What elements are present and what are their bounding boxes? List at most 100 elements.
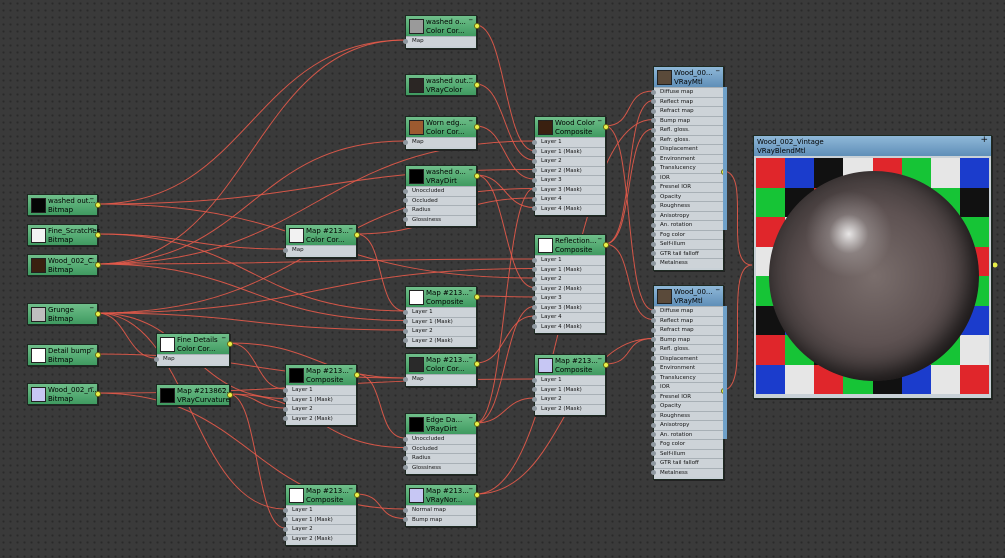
input-socket[interactable]: [403, 455, 408, 461]
input-slot[interactable]: Translucency: [651, 372, 723, 383]
input-socket[interactable]: [403, 319, 408, 324]
input-slot[interactable]: Bump map: [651, 334, 723, 345]
input-slot[interactable]: Layer 1 (Mask): [283, 514, 356, 525]
input-slot[interactable]: Refract map: [651, 325, 723, 335]
input-socket[interactable]: [532, 267, 537, 272]
input-slot[interactable]: Layer 2: [403, 326, 476, 336]
input-socket[interactable]: [651, 127, 656, 133]
input-socket[interactable]: [403, 507, 408, 513]
output-socket[interactable]: [474, 82, 480, 88]
input-slot[interactable]: Refl. gloss.: [651, 344, 723, 354]
node-detail-bump[interactable]: Detail bump Bitmap –: [27, 344, 101, 366]
output-socket[interactable]: [474, 361, 480, 367]
input-socket[interactable]: [651, 156, 656, 161]
input-socket[interactable]: [651, 137, 656, 142]
collapse-icon[interactable]: –: [469, 116, 474, 126]
input-socket[interactable]: [154, 356, 159, 362]
input-slot[interactable]: Unoccluded: [403, 186, 476, 196]
input-socket[interactable]: [651, 470, 656, 475]
input-socket[interactable]: [403, 338, 408, 343]
collapse-icon[interactable]: –: [90, 194, 95, 204]
input-socket[interactable]: [283, 247, 288, 253]
input-socket[interactable]: [403, 465, 408, 470]
input-socket[interactable]: [283, 397, 288, 402]
collapse-icon[interactable]: –: [469, 413, 474, 423]
input-socket[interactable]: [651, 308, 656, 314]
input-slot[interactable]: Map: [283, 245, 356, 255]
collapse-icon[interactable]: –: [349, 224, 354, 234]
output-socket[interactable]: [95, 262, 101, 268]
input-socket[interactable]: [651, 394, 656, 399]
collapse-icon[interactable]: –: [222, 384, 227, 394]
input-slot[interactable]: Diffuse map: [651, 306, 723, 316]
input-socket[interactable]: [651, 165, 656, 171]
input-socket[interactable]: [651, 222, 656, 228]
expand-icon[interactable]: +: [980, 135, 988, 145]
collapse-icon[interactable]: –: [469, 74, 474, 84]
input-slot[interactable]: Fresnel IOR: [651, 182, 723, 192]
collapse-icon[interactable]: –: [469, 15, 474, 25]
input-slot[interactable]: Layer 3: [532, 175, 605, 185]
input-slot[interactable]: Displacement: [651, 353, 723, 364]
input-socket[interactable]: [651, 260, 656, 266]
node-washed-bitmap[interactable]: washed out... Bitmap –: [27, 194, 101, 216]
input-socket[interactable]: [532, 314, 537, 320]
input-slot[interactable]: Glossiness: [403, 214, 476, 225]
input-slot[interactable]: Refr. gloss.: [651, 134, 723, 145]
output-socket[interactable]: [474, 23, 480, 29]
collapse-icon[interactable]: –: [469, 484, 474, 494]
node-normal[interactable]: Map #213... VRayNor... – Normal map Bump map: [403, 484, 480, 527]
collapse-icon[interactable]: –: [598, 116, 603, 126]
input-slot[interactable]: Bump map: [651, 115, 723, 126]
output-socket[interactable]: [227, 341, 233, 347]
input-socket[interactable]: [283, 416, 288, 421]
input-slot[interactable]: Map: [403, 374, 476, 384]
input-slot[interactable]: Refl. gloss.: [651, 125, 723, 135]
input-socket[interactable]: [403, 198, 408, 203]
node-comp-b[interactable]: Map #213... Composite – Layer 1 Layer 1 (Mas…: [283, 484, 360, 546]
input-socket[interactable]: [651, 365, 656, 371]
input-socket[interactable]: [651, 432, 656, 437]
output-socket[interactable]: [474, 173, 480, 179]
input-slot[interactable]: Layer 1 (Mask): [283, 394, 356, 405]
input-socket[interactable]: [532, 324, 537, 329]
input-slot[interactable]: Layer 2: [283, 524, 356, 534]
collapse-icon[interactable]: –: [90, 383, 95, 393]
input-socket[interactable]: [532, 139, 537, 145]
collapse-icon[interactable]: –: [349, 484, 354, 494]
output-socket[interactable]: [474, 294, 480, 300]
input-slot[interactable]: Layer 1: [532, 137, 605, 147]
input-socket[interactable]: [532, 406, 537, 411]
input-socket[interactable]: [651, 232, 656, 237]
input-slot[interactable]: Layer 4 (Mask): [532, 321, 605, 332]
input-socket[interactable]: [651, 384, 656, 390]
node-blend[interactable]: Wood_002_Vintage VRayBlendMtl +: [753, 135, 992, 399]
input-slot[interactable]: Self-illum: [651, 239, 723, 249]
input-slot[interactable]: Map: [154, 354, 229, 364]
output-socket[interactable]: [603, 242, 609, 248]
collapse-icon[interactable]: –: [716, 66, 721, 76]
input-slot[interactable]: An. rotation: [651, 429, 723, 440]
input-socket[interactable]: [651, 213, 656, 218]
output-socket[interactable]: [95, 202, 101, 208]
node-comp-c[interactable]: Map #213... Composite – Layer 1 Layer 1 (Mas…: [403, 286, 480, 348]
input-socket[interactable]: [651, 108, 656, 114]
input-slot[interactable]: Layer 4: [532, 194, 605, 204]
input-socket[interactable]: [532, 168, 537, 173]
output-socket[interactable]: [95, 391, 101, 397]
input-socket[interactable]: [651, 118, 656, 123]
collapse-icon[interactable]: –: [222, 333, 227, 343]
input-socket[interactable]: [283, 406, 288, 412]
input-socket[interactable]: [651, 346, 656, 352]
input-socket[interactable]: [651, 403, 656, 409]
input-socket[interactable]: [532, 177, 537, 183]
input-socket[interactable]: [651, 89, 656, 95]
collapse-icon[interactable]: –: [598, 354, 603, 364]
node-vraymtl-2[interactable]: Wood_00... VRayMtl – Diffuse map Reflect map…: [651, 285, 727, 480]
collapse-icon[interactable]: –: [716, 285, 721, 295]
input-socket[interactable]: [532, 305, 537, 310]
input-slot[interactable]: Reflect map: [651, 315, 723, 326]
input-socket[interactable]: [403, 139, 408, 145]
input-slot[interactable]: Unoccluded: [403, 434, 476, 444]
input-socket[interactable]: [403, 376, 408, 382]
